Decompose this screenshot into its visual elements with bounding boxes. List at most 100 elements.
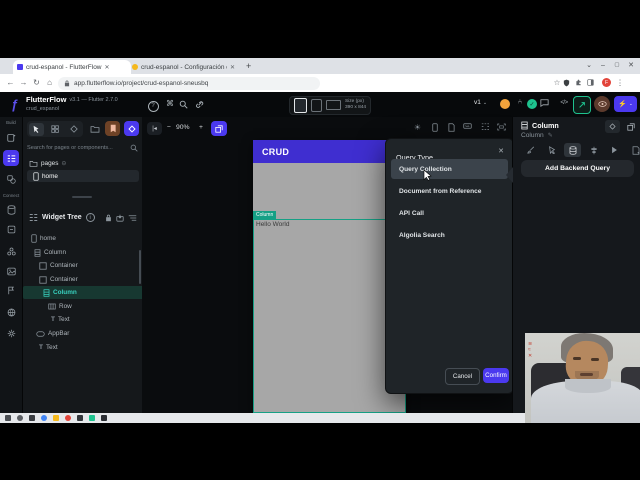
zoom-in-button[interactable]: + [199,124,203,131]
panel-resize-handle[interactable] [72,196,92,198]
extensions-puzzle-icon[interactable] [575,79,587,86]
folder-options-icon[interactable]: ⊖ [61,160,66,167]
rail-page-add-icon[interactable] [3,129,19,145]
reload-icon[interactable]: ↻ [30,78,43,87]
clone-screen-icon[interactable] [211,121,227,136]
components-diamond-icon[interactable] [66,123,81,136]
preview-eye-icon[interactable] [594,96,610,112]
option-api-call[interactable]: API Call [391,203,508,223]
device-frame-icon[interactable] [427,123,442,132]
theme-diamond-icon[interactable] [124,121,139,136]
storybook-icon[interactable] [105,121,120,136]
bookmark-star-icon[interactable]: ☆ [551,78,563,87]
rail-database-icon[interactable] [3,202,19,218]
home-icon[interactable]: ⌂ [43,78,56,87]
taskbar-app-icon[interactable] [77,415,83,421]
browser-tab-active[interactable]: crud-espanol - FlutterFlow ✕ [13,60,131,74]
profile-avatar[interactable]: F [602,78,611,87]
tab-style-brush-icon[interactable] [522,143,539,157]
window-menu-icon[interactable]: ⌄ [582,61,596,69]
tree-scrollbar[interactable] [138,250,141,284]
feedback-chat-icon[interactable] [540,99,556,107]
theme-diamond-icon[interactable] [605,120,620,133]
taskbar-app-icon[interactable] [89,415,95,421]
taskbar-app-icon[interactable] [29,415,35,421]
window-maximize-icon[interactable]: ▢ [610,62,624,68]
tab-close-icon[interactable]: ✕ [230,64,235,71]
collapse-list-icon[interactable] [128,214,137,222]
hello-world-text[interactable]: Hello World [256,221,289,228]
rail-pages-flag-icon[interactable] [3,282,19,298]
rail-auth-users-icon[interactable] [3,243,19,259]
new-tab-button[interactable]: + [246,61,251,71]
chrome-icon[interactable] [41,415,47,421]
side-panel-icon[interactable] [587,79,599,86]
app-appbar[interactable]: CRUD [253,140,406,163]
recorder-icon[interactable] [65,415,71,421]
rail-api-icon[interactable] [3,221,19,237]
pages-search-input[interactable]: Search for pages or components... [27,141,138,154]
grid-guides-icon[interactable] [477,123,492,131]
canvas-size-icon[interactable] [494,123,509,131]
info-icon[interactable]: i [85,213,95,222]
option-algolia-search[interactable]: Algolia Search [391,225,508,245]
page-outline-icon[interactable] [444,123,459,132]
collapse-panel-icon[interactable]: |◂ [147,122,162,135]
taskbar-search-icon[interactable] [17,415,23,421]
tab-interactions-cursor-icon[interactable] [543,143,560,157]
grid-view-icon[interactable] [47,123,62,136]
browser-menu-icon[interactable]: ⋮ [614,78,626,87]
phone-mockup[interactable]: CRUD Column Hello World [253,140,406,413]
run-deploy-button[interactable]: ⚡ ⌄ [614,96,637,112]
confirm-button[interactable]: Confirm [483,368,509,383]
command-palette-icon[interactable]: ⌘ [162,99,178,108]
forward-icon[interactable]: → [17,78,30,87]
code-view-icon[interactable]: </> [556,100,572,106]
tab-backend-database-icon[interactable] [564,143,581,157]
lock-icon[interactable] [105,214,112,222]
pages-folder-row[interactable]: pages ⊖ [29,157,137,169]
rail-widget-tree-icon[interactable] [3,150,19,166]
add-backend-query-button[interactable]: Add Backend Query [521,160,634,177]
folder-icon[interactable] [88,122,102,136]
widget-name[interactable]: Column [521,132,544,139]
page-item-home[interactable]: home [27,170,139,182]
panel-collapse-handle[interactable] [506,167,513,183]
tab-docs-icon[interactable] [627,143,640,157]
dialog-close-icon[interactable]: ✕ [498,147,504,155]
window-minimize-icon[interactable]: – [596,62,610,69]
back-icon[interactable]: ← [4,78,17,87]
selected-column-outline[interactable] [253,219,406,413]
rail-integrations-icon[interactable] [3,304,19,320]
tab-test-play-icon[interactable] [606,143,623,157]
phone-device-icon[interactable] [294,97,307,113]
rail-components-icon[interactable] [3,171,19,187]
start-menu-icon[interactable] [5,415,11,421]
desktop-device-icon[interactable] [326,100,341,110]
help-icon[interactable]: ? [145,100,161,112]
browser-tab-inactive[interactable]: crud-espanol - Configuración d... ✕ [128,60,246,74]
rail-media-icon[interactable] [3,263,19,279]
file-explorer-icon[interactable] [53,415,59,421]
zoom-out-button[interactable]: − [167,124,171,131]
open-editor-icon[interactable] [573,96,591,114]
version-dropdown[interactable]: v1 ⌄ [474,99,487,106]
copy-widget-icon[interactable] [623,120,638,133]
collaborator-avatar[interactable] [500,99,510,109]
option-document-from-reference[interactable]: Document from Reference [391,181,508,201]
tab-close-icon[interactable]: ✕ [105,64,110,71]
tablet-device-icon[interactable] [311,98,322,112]
branching-icon[interactable]: ⑃ [512,99,528,106]
keyboard-icon[interactable] [460,123,475,129]
cancel-button[interactable]: Cancel [445,368,480,385]
health-check-icon[interactable]: ✓ [527,99,537,109]
tab-align-icon[interactable] [585,143,602,157]
share-link-icon[interactable] [195,100,211,109]
taskbar-app-icon[interactable] [101,415,107,421]
url-bar[interactable]: app.flutterflow.io/project/crud-espanol-… [58,76,320,90]
window-close-icon[interactable]: ✕ [624,61,638,69]
edit-name-icon[interactable]: ✎ [548,132,553,139]
rail-settings-gear-icon[interactable] [3,325,19,341]
select-widget-icon[interactable] [28,122,44,136]
export-tree-icon[interactable] [116,214,124,222]
